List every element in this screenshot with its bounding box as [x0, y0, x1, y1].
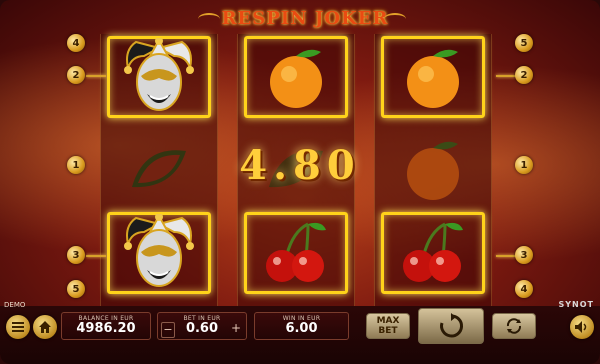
- game-screen: RESPIN JOKER 4 2 1 3 5 5 2 1 3 4 4.80 DE…: [0, 0, 600, 364]
- watermelon-icon: [124, 139, 194, 199]
- sound-button[interactable]: [570, 315, 594, 339]
- reel-3-cell-1-orange: [381, 36, 485, 118]
- payline-badge-right-3: 1: [515, 156, 533, 174]
- payline-badge-right-4: 3: [515, 246, 533, 264]
- autoplay-button[interactable]: [492, 313, 536, 339]
- max-bet-button[interactable]: MAX BET: [366, 313, 410, 339]
- orange-icon: [398, 134, 468, 204]
- payline-badge-right-2: 2: [515, 66, 533, 84]
- payline-badge-right-5: 4: [515, 280, 533, 298]
- payline-badge-left-4: 3: [67, 246, 85, 264]
- cherry-icon: [256, 218, 336, 288]
- reel-1-cell-3-joker: [107, 212, 211, 294]
- reel-1: [100, 34, 218, 306]
- payline-badge-left-3: 1: [67, 156, 85, 174]
- balance-panel: BALANCE IN EUR 4986.20: [61, 312, 151, 340]
- payline-3-left-segment: [86, 255, 106, 257]
- orange-icon: [261, 42, 331, 112]
- reel-3-cell-2-orange: [381, 128, 485, 210]
- payline-badge-left-5: 5: [67, 280, 85, 298]
- payline-2-left-segment: [86, 75, 106, 77]
- joker-icon: [114, 38, 204, 116]
- bet-decrease-button[interactable]: −: [161, 322, 175, 338]
- reel-2-cell-3-cherry: [244, 212, 348, 294]
- bet-increase-button[interactable]: +: [230, 322, 242, 336]
- sound-icon: [575, 321, 587, 333]
- win-panel: WIN IN EUR 6.00: [254, 312, 349, 340]
- orange-icon: [398, 42, 468, 112]
- win-value: 6.00: [285, 321, 318, 336]
- menu-button[interactable]: [6, 315, 30, 339]
- home-icon: [39, 321, 51, 333]
- title-ornament-right: [384, 13, 406, 25]
- spin-icon: [440, 313, 463, 338]
- brand-logo: SYNOT: [558, 300, 594, 309]
- cherry-icon: [393, 218, 473, 288]
- max-bet-label-line-2: BET: [378, 326, 398, 336]
- balance-value: 4986.20: [76, 321, 136, 336]
- payline-badge-right-1: 5: [515, 34, 533, 52]
- payline-2-right-segment: [496, 75, 516, 77]
- reel-1-cell-2-melon: [107, 128, 211, 210]
- payline-badge-left-1: 4: [67, 34, 85, 52]
- demo-label: DEMO: [4, 301, 26, 309]
- menu-icon: [12, 322, 24, 332]
- game-title: RESPIN JOKER: [221, 8, 389, 29]
- reel-1-cell-1-joker: [107, 36, 211, 118]
- max-bet-label-line-1: MAX: [376, 316, 400, 326]
- spin-button[interactable]: [418, 308, 484, 344]
- reel-3-cell-3-cherry: [381, 212, 485, 294]
- payline-badge-left-2: 2: [67, 66, 85, 84]
- payline-3-right-segment: [496, 255, 516, 257]
- win-amount-overlay: 4.80: [239, 141, 361, 189]
- home-button[interactable]: [33, 315, 57, 339]
- autoplay-icon: [506, 318, 522, 334]
- reel-2-cell-1-orange: [244, 36, 348, 118]
- joker-icon: [114, 214, 204, 292]
- reel-3: [374, 34, 492, 306]
